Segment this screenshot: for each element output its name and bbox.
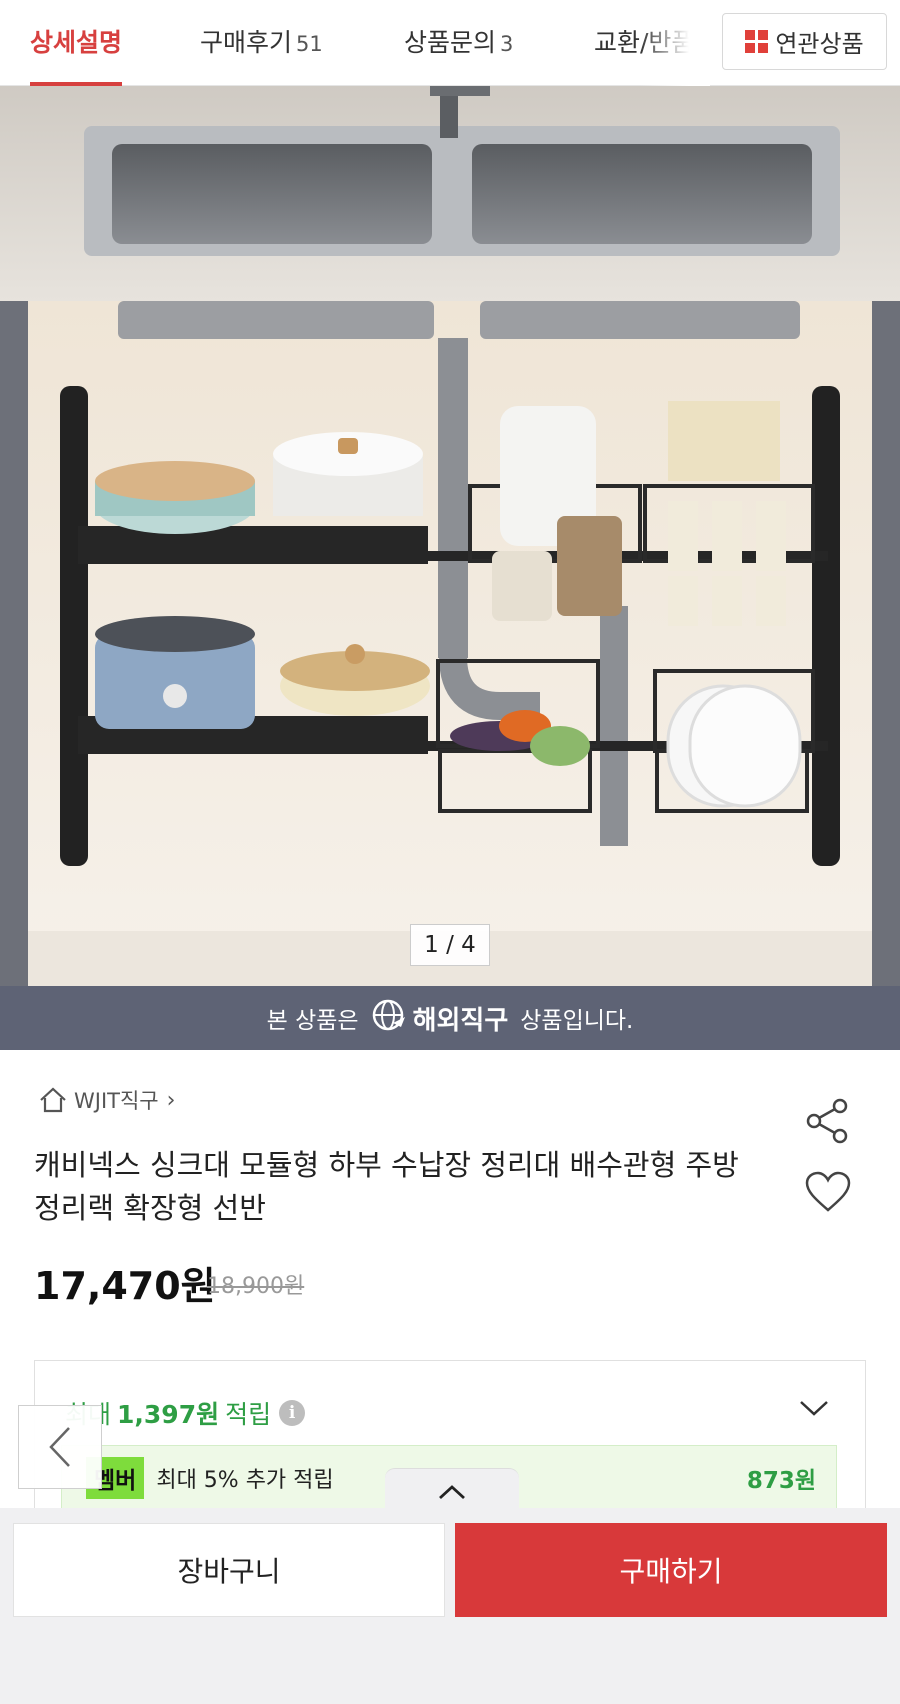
tab-inquiries[interactable]: 상품문의 3 — [404, 0, 513, 86]
chevron-left-icon — [49, 1427, 70, 1467]
sale-price: 17,470원 — [34, 1264, 216, 1308]
related-products-button[interactable]: 연관상품 — [722, 13, 887, 70]
product-title: 캐비넥스 싱크대 모듈형 하부 수납장 정리대 배수관형 주방 정리랙 확장형 … — [34, 1148, 739, 1225]
product-image[interactable] — [0, 86, 900, 986]
chevron-up-icon — [439, 1484, 465, 1499]
home-icon — [40, 1087, 66, 1113]
add-to-cart-button[interactable]: 장바구니 — [13, 1523, 445, 1617]
tab-detail-label: 상세설명 — [30, 28, 123, 57]
overseas-prefix: 본 상품은 — [266, 1008, 359, 1034]
overseas-suffix: 상품입니다. — [520, 1008, 634, 1034]
tab-detail[interactable]: 상세설명 — [30, 0, 123, 86]
tab-reviews-label: 구매후기 — [200, 28, 293, 57]
sink-organizer-illustration — [0, 86, 900, 986]
overseas-purchase-banner: 본 상품은 해외직구 상품입니다. — [0, 986, 900, 1050]
reward-amount: 1,397원 — [117, 1400, 220, 1429]
back-button[interactable] — [18, 1405, 102, 1489]
tab-fade — [640, 0, 710, 86]
store-link[interactable]: WJIT직구 › — [38, 1085, 175, 1115]
tab-inquiries-label: 상품문의 — [404, 28, 497, 57]
member-reward-amount: 873원 — [746, 1468, 816, 1494]
purchase-action-bar: 장바구니 구매하기 — [0, 1508, 900, 1704]
detail-tab-bar: 상세설명 구매후기51 상품문의3 교환/반품 연관상품 — [0, 0, 900, 86]
tab-reviews[interactable]: 구매후기 51 — [200, 0, 323, 86]
grid-icon — [745, 29, 769, 54]
heart-icon[interactable] — [804, 1170, 852, 1218]
member-reward-text: 최대 5% 추가 적립 — [156, 1468, 334, 1493]
store-name: WJIT직구 — [74, 1089, 159, 1113]
original-price: 18,900원 — [207, 1274, 305, 1299]
image-counter: 1 / 4 — [410, 924, 490, 966]
review-count: 51 — [296, 32, 323, 56]
globe-plane-icon — [371, 997, 407, 1039]
expand-options-handle[interactable] — [385, 1468, 519, 1514]
buy-now-button[interactable]: 구매하기 — [455, 1523, 887, 1617]
inquiry-count: 3 — [500, 32, 514, 56]
reward-suffix: 적립 — [225, 1400, 272, 1429]
related-products-label: 연관상품 — [775, 30, 864, 58]
share-icon[interactable] — [804, 1098, 850, 1148]
chevron-down-icon[interactable] — [799, 1399, 829, 1421]
chevron-right-icon: › — [166, 1087, 176, 1113]
info-icon[interactable]: i — [279, 1400, 306, 1426]
overseas-highlight: 해외직구 — [412, 1005, 509, 1036]
